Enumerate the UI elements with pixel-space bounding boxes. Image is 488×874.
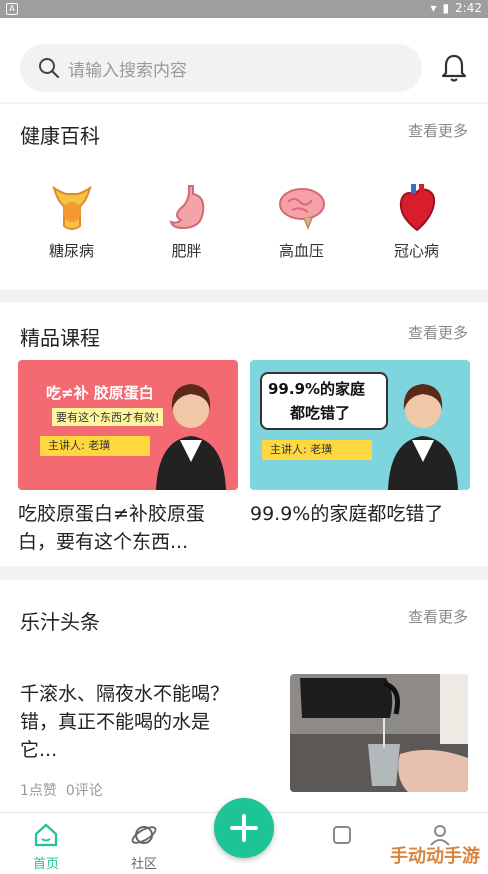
more-link[interactable]: 查看更多	[408, 606, 468, 627]
news-title-line: 错，真正不能喝的水是	[20, 711, 211, 733]
plus-icon	[230, 814, 258, 842]
more-link[interactable]: 查看更多	[408, 322, 468, 343]
course-title-line: 吃胶原蛋白≠补胶原蛋	[18, 503, 205, 525]
tab-home[interactable]: 首页	[16, 821, 76, 872]
banner-subline: 都吃错了	[290, 404, 351, 422]
home-icon	[34, 823, 58, 847]
add-post-button[interactable]	[214, 798, 274, 858]
tab-label: 首页	[32, 857, 59, 872]
more-link[interactable]: 查看更多	[408, 120, 468, 141]
like-count: 1点赞	[20, 783, 57, 799]
bell-icon[interactable]	[438, 52, 470, 84]
search-placeholder: 请输入搜索内容	[68, 60, 187, 81]
health-item-label: 冠心病	[393, 242, 439, 260]
kettle-glass-photo	[290, 674, 468, 792]
pancreas-icon	[51, 185, 92, 230]
news-title-line: 千滚水、隔夜水不能喝？	[20, 683, 230, 705]
comment-count: 0评论	[65, 783, 103, 799]
health-wiki-section: 健康百科 查看更多 糖尿病 肥胖 高血压 冠心病	[0, 104, 488, 290]
status-time: 2:42	[455, 1, 482, 15]
headlines-section: 乐汁头条 查看更多 千滚水、隔夜水不能喝？ 错，真正不能喝的水是 它... 1点…	[0, 580, 488, 812]
search-icon	[39, 58, 60, 79]
health-item-label: 肥胖	[171, 242, 202, 260]
course-banner: 吃≠补 胶原蛋白 要有这个东西才有效! 主讲人: 老璜	[18, 360, 238, 490]
course-banner: 99.9%的家庭 都吃错了 主讲人: 老璜	[250, 360, 470, 490]
banner-host: 主讲人: 老璜	[40, 436, 150, 456]
health-item-obesity[interactable]: 肥胖	[137, 182, 237, 261]
course-title: 吃胶原蛋白≠补胶原蛋 白，要有这个东西...	[18, 500, 238, 556]
news-thumbnail	[290, 674, 468, 792]
banner-subline: 要有这个东西才有效!	[52, 408, 164, 426]
wifi-icon: ▾	[430, 1, 437, 15]
watermark: 手动动手游	[390, 846, 480, 867]
section-title: 精品课程	[20, 326, 100, 350]
presenter-photo	[388, 384, 458, 490]
status-bar: A ▾ ▮ 2:42	[0, 0, 488, 18]
banner-headline: 99.9%的家庭	[268, 380, 366, 398]
course-card[interactable]: 99.9%的家庭 都吃错了 主讲人: 老璜 99.9%的家庭都吃错了	[250, 360, 470, 528]
health-item-diabetes[interactable]: 糖尿病	[22, 182, 122, 261]
health-item-heart-disease[interactable]: 冠心病	[367, 182, 467, 261]
heart-icon	[399, 184, 435, 232]
courses-section: 精品课程 查看更多 吃≠补 胶原蛋白 要有这个东西才有效! 主讲人: 老璜 吃胶…	[0, 302, 488, 566]
banner-host: 主讲人: 老璜	[262, 440, 372, 460]
search-input[interactable]: 请输入搜索内容	[20, 44, 422, 92]
news-title-line: 它...	[20, 739, 58, 761]
banner-headline: 吃≠补 胶原蛋白	[46, 384, 154, 402]
tab-third-icon	[333, 826, 351, 844]
header: 请输入搜索内容	[0, 18, 488, 102]
app-notification-icon: A	[6, 3, 18, 15]
health-item-label: 高血压	[278, 242, 324, 260]
health-item-hypertension[interactable]: 高血压	[252, 182, 352, 261]
brain-icon	[278, 188, 325, 231]
health-item-label: 糖尿病	[48, 242, 94, 260]
tab-community[interactable]: 社区	[114, 821, 174, 872]
course-title: 99.9%的家庭都吃错了	[250, 500, 470, 528]
battery-icon: ▮	[442, 1, 450, 15]
course-title-line: 白，要有这个东西...	[18, 531, 189, 553]
tab-label: 社区	[130, 857, 157, 872]
presenter-photo	[156, 384, 226, 490]
tab-third[interactable]	[312, 821, 372, 853]
section-title: 乐汁头条	[20, 610, 100, 634]
news-meta: 1点赞 0评论	[20, 780, 103, 800]
course-card[interactable]: 吃≠补 胶原蛋白 要有这个东西才有效! 主讲人: 老璜 吃胶原蛋白≠补胶原蛋 白…	[18, 360, 238, 556]
news-title: 千滚水、隔夜水不能喝？ 错，真正不能喝的水是 它...	[20, 680, 272, 764]
section-title: 健康百科	[20, 124, 100, 148]
planet-icon	[131, 826, 157, 844]
stomach-icon	[168, 185, 204, 230]
course-title-line: 99.9%的家庭都吃错了	[250, 503, 444, 525]
